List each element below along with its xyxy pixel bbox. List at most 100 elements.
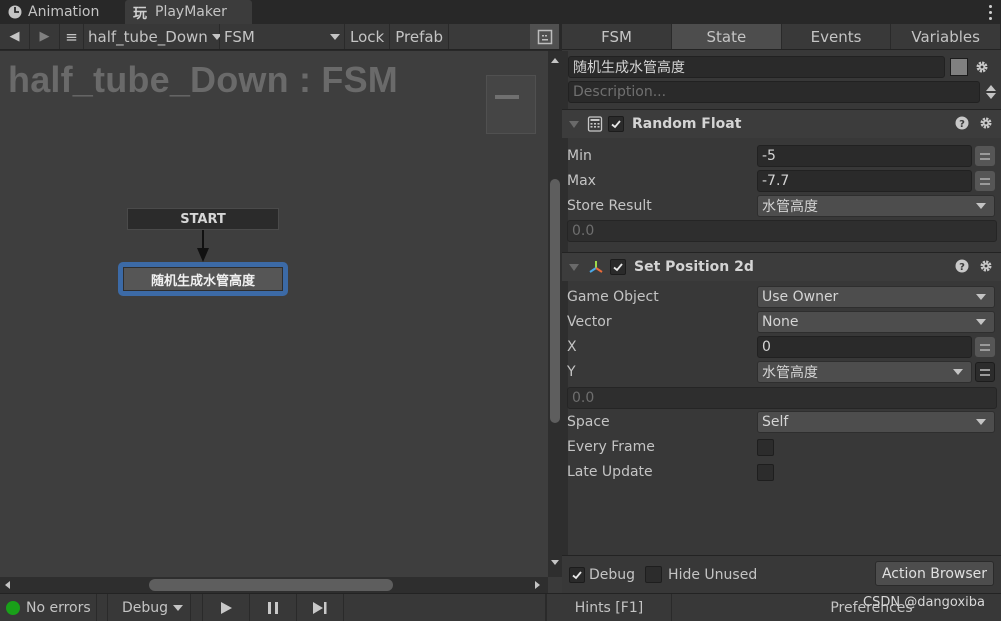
- step-button[interactable]: [297, 594, 344, 621]
- x-input[interactable]: 0: [757, 336, 972, 358]
- fsm-select-value: FSM: [224, 27, 255, 46]
- scroll-down-icon[interactable]: [551, 560, 559, 565]
- chevron-down-icon: [330, 33, 340, 40]
- pause-button[interactable]: [250, 594, 297, 621]
- fsm-select[interactable]: FSM: [220, 24, 345, 49]
- svg-text:?: ?: [959, 262, 965, 273]
- prop-label: Space: [567, 414, 610, 430]
- play-button[interactable]: [203, 594, 250, 621]
- state-name-input[interactable]: 随机生成水管高度: [568, 56, 945, 78]
- prop-store-result: Store Result 水管高度: [567, 195, 997, 217]
- tab-variables[interactable]: Variables: [891, 24, 1001, 49]
- fold-triangle-icon[interactable]: [569, 263, 579, 271]
- playmaker-icon: 玩: [133, 4, 149, 20]
- action-header[interactable]: Random Float ?: [562, 110, 1001, 138]
- tab-animation-label: Animation: [28, 4, 100, 20]
- inspector-footer: Debug Hide Unused Action Browser: [562, 555, 1001, 593]
- y-readout: 0.0: [567, 387, 997, 409]
- chevron-down-icon: [976, 319, 986, 325]
- back-arrow-icon: ◀: [9, 29, 20, 44]
- state-node-selected[interactable]: 随机生成水管高度: [118, 262, 288, 296]
- chevron-down-icon: [976, 419, 986, 425]
- y-variable-dropdown[interactable]: 水管高度: [757, 361, 972, 383]
- space-dropdown[interactable]: Self: [757, 411, 995, 433]
- gameobject-select[interactable]: half_tube_Down: [84, 24, 222, 49]
- scroll-right-icon[interactable]: [535, 581, 540, 589]
- store-result-readout: 0.0: [567, 220, 997, 242]
- variable-toggle-icon[interactable]: [975, 171, 995, 191]
- status-bar: No errors Debug Hints [F1] Preferences: [0, 593, 1001, 621]
- vertical-scroll-thumb[interactable]: [550, 179, 560, 423]
- debug-dropdown[interactable]: Debug: [107, 594, 191, 621]
- variable-toggle-icon[interactable]: [975, 337, 995, 357]
- y-variable-value: 水管高度: [762, 365, 818, 381]
- every-frame-checkbox[interactable]: [757, 438, 774, 456]
- description-input[interactable]: Description...: [568, 81, 980, 103]
- vector-dropdown[interactable]: None: [757, 311, 995, 333]
- gear-icon[interactable]: [979, 259, 993, 273]
- fsm-graph-canvas[interactable]: half_tube_Down : FSM START 随机生成水管高度: [0, 51, 548, 577]
- tab-events[interactable]: Events: [781, 24, 892, 49]
- inspector-panel-icon: [537, 29, 552, 44]
- action-browser-button[interactable]: Action Browser: [874, 561, 994, 586]
- chevron-down-icon: [976, 294, 986, 300]
- prop-late-update: Late Update: [567, 461, 997, 483]
- hints-button[interactable]: Hints [F1]: [546, 594, 672, 621]
- action-enabled-checkbox[interactable]: [608, 116, 624, 132]
- back-button[interactable]: ◀: [0, 24, 30, 49]
- canvas-title: half_tube_Down : FSM: [8, 59, 398, 100]
- error-status-label: No errors: [26, 599, 91, 616]
- late-update-checkbox[interactable]: [757, 463, 774, 481]
- gear-icon[interactable]: [979, 116, 993, 130]
- start-node[interactable]: START: [127, 208, 279, 230]
- min-input[interactable]: -5: [757, 145, 972, 167]
- help-icon[interactable]: ?: [955, 259, 969, 273]
- prop-label: Y: [567, 364, 576, 380]
- variable-toggle-icon[interactable]: [975, 362, 995, 382]
- hamburger-icon: ≡: [65, 27, 78, 46]
- tab-animation[interactable]: Animation: [0, 0, 124, 24]
- gameobject-select-value: half_tube_Down: [88, 27, 208, 46]
- hide-unused-checkbox[interactable]: [645, 566, 663, 583]
- store-result-dropdown[interactable]: 水管高度: [757, 195, 995, 217]
- play-icon: [221, 601, 232, 614]
- max-input[interactable]: -7.7: [757, 170, 972, 192]
- store-result-value: 水管高度: [762, 199, 818, 215]
- hide-unused-label: Hide Unused: [668, 566, 758, 583]
- status-spacer: [344, 594, 546, 621]
- help-icon[interactable]: ?: [955, 116, 969, 130]
- minimap[interactable]: [486, 75, 536, 134]
- checkmark-icon: [572, 570, 582, 579]
- canvas-horizontal-scrollbar[interactable]: [0, 577, 548, 593]
- prop-game-object: Game Object Use Owner: [567, 286, 997, 308]
- action-header[interactable]: Set Position 2d ?: [562, 253, 1001, 281]
- variable-toggle-icon[interactable]: [975, 146, 995, 166]
- tab-state[interactable]: State: [672, 24, 782, 49]
- scroll-left-icon[interactable]: [5, 581, 10, 589]
- horizontal-scroll-thumb[interactable]: [149, 579, 393, 591]
- prefab-button[interactable]: Prefab: [390, 24, 450, 49]
- tab-playmaker[interactable]: 玩 PlayMaker: [125, 0, 252, 24]
- clock-icon: [8, 5, 22, 19]
- scroll-up-icon[interactable]: [551, 58, 559, 63]
- canvas-vertical-scrollbar[interactable]: [548, 51, 562, 577]
- action-title: Set Position 2d: [634, 259, 754, 275]
- description-resize-icon[interactable]: [986, 85, 996, 99]
- chevron-down-icon: [953, 369, 963, 375]
- tab-fsm[interactable]: FSM: [562, 24, 672, 49]
- prop-max: Max -7.7: [567, 170, 997, 192]
- forward-button[interactable]: ▶: [30, 24, 60, 49]
- game-object-dropdown[interactable]: Use Owner: [757, 286, 995, 308]
- lock-button[interactable]: Lock: [345, 24, 391, 49]
- debug-checkbox[interactable]: [569, 566, 585, 583]
- fold-triangle-icon[interactable]: [569, 120, 579, 128]
- menu-button[interactable]: ≡: [60, 24, 84, 49]
- prop-label: Store Result: [567, 198, 652, 214]
- error-status[interactable]: No errors: [0, 594, 97, 621]
- gear-icon[interactable]: [975, 60, 989, 74]
- action-enabled-checkbox[interactable]: [610, 259, 626, 275]
- more-options-icon[interactable]: [987, 3, 993, 21]
- state-color-swatch[interactable]: [950, 58, 968, 76]
- toggle-inspector-button[interactable]: [530, 24, 560, 49]
- state-name-row: 随机生成水管高度: [568, 55, 994, 79]
